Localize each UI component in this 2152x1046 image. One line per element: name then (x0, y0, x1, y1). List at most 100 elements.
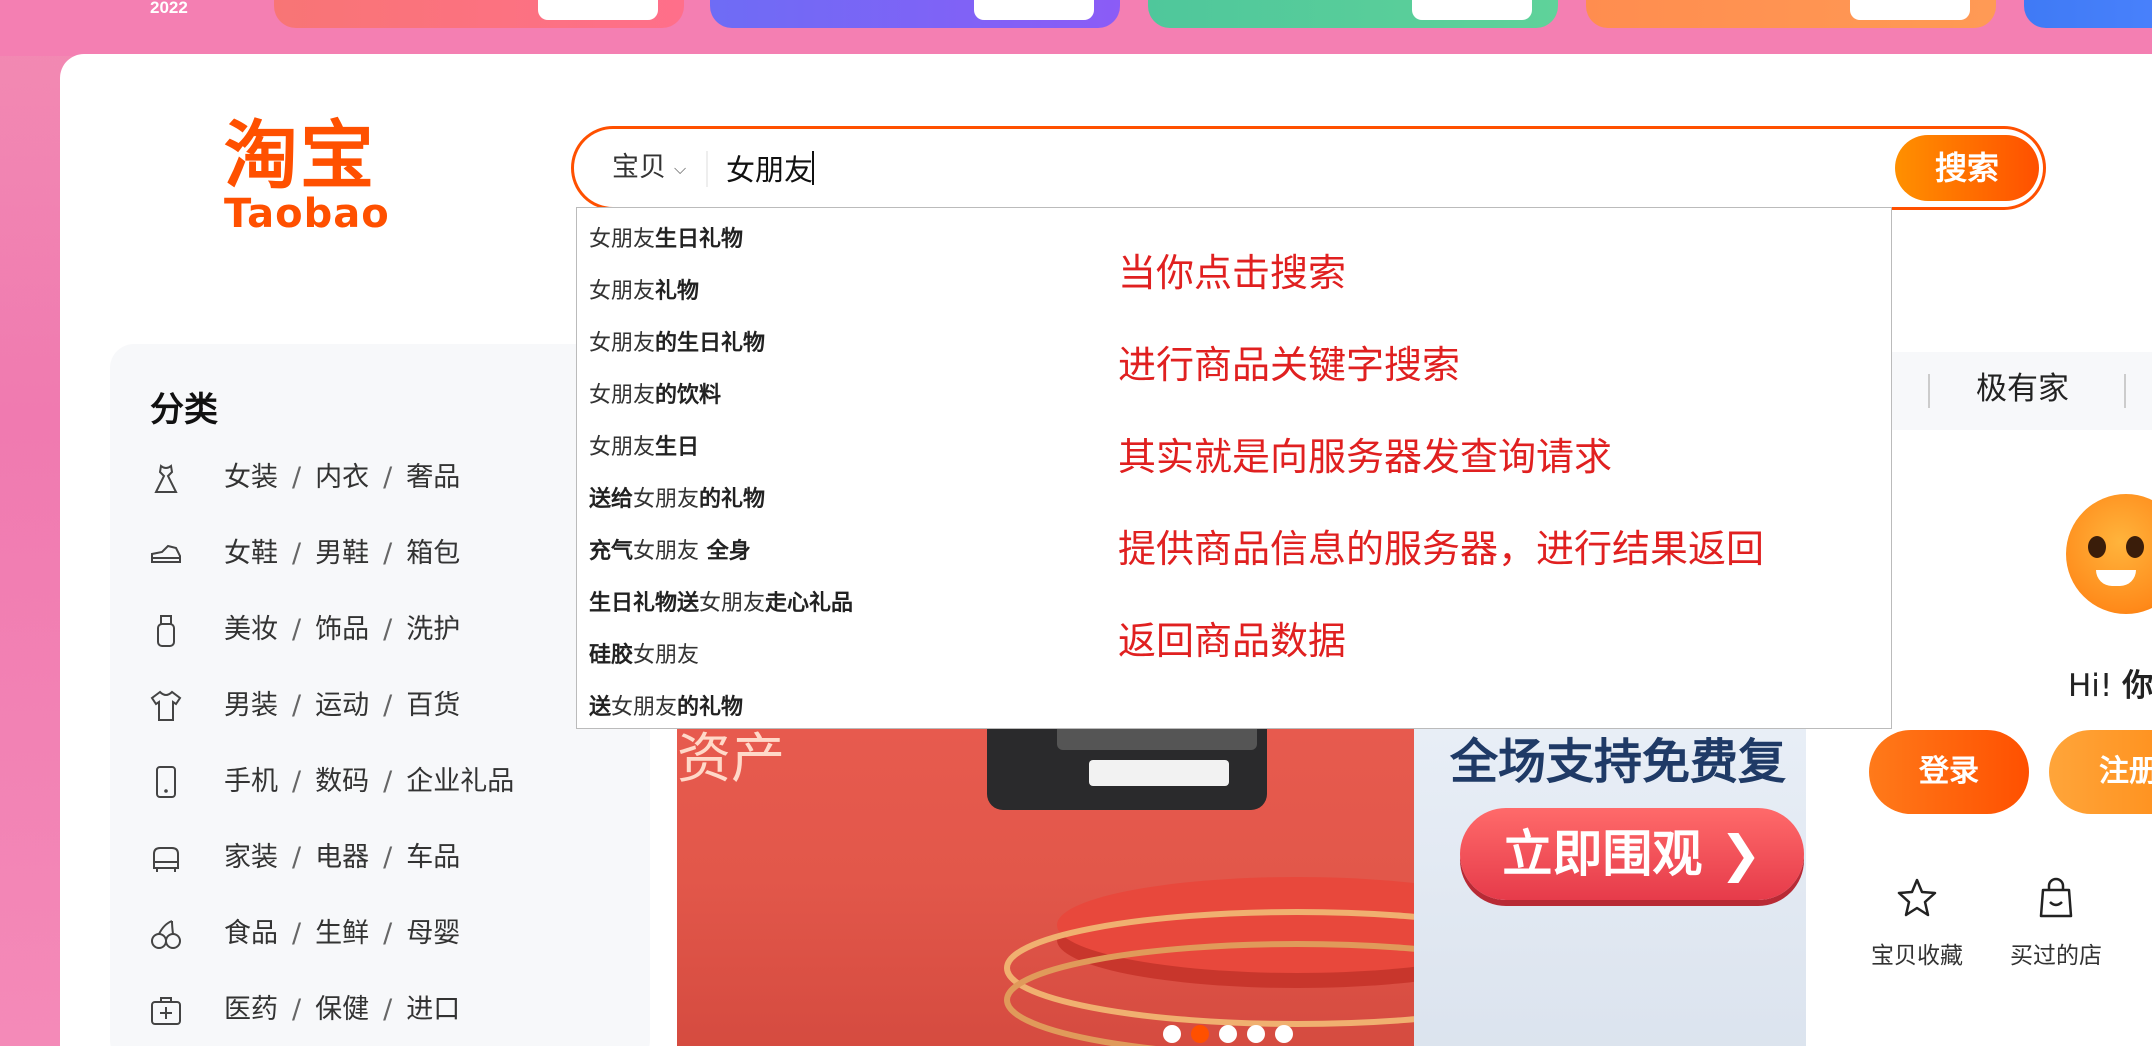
category-links: 手机 / 数码 / 企业礼品 (224, 762, 514, 802)
suggestion-item[interactable]: 女朋友的生日礼物 (589, 324, 765, 364)
suggestion-item[interactable]: 充气女朋友 全身 (589, 532, 751, 572)
suggestion-text: 的礼物 (699, 487, 766, 512)
suggestion-text: 生日礼物 (655, 227, 744, 252)
category-link[interactable]: 企业礼品 (406, 766, 514, 797)
category-link[interactable]: 运动 (315, 690, 369, 721)
taobao-logo[interactable]: 淘宝 Taobao (224, 118, 404, 236)
search-divider (706, 151, 708, 187)
suggestion-item[interactable]: 硅胶女朋友 (589, 636, 699, 676)
suggestion-text: 生日 (655, 435, 700, 460)
search-input[interactable] (726, 147, 1846, 189)
search-type-dropdown[interactable]: 宝贝 ⌵ (612, 149, 686, 187)
suggestion-item[interactable]: 生日礼物送女朋友走心礼品 (589, 584, 853, 624)
category-link[interactable]: 进口 (406, 994, 460, 1025)
category-links: 男装 / 运动 / 百货 (224, 686, 460, 726)
quick-link-bought-shops[interactable]: 买过的店 (1996, 876, 2116, 970)
nav-item-jiyoujia[interactable]: 极有家 (1976, 368, 2069, 410)
category-link[interactable]: 百货 (406, 690, 460, 721)
suggestion-item[interactable]: 送给女朋友的礼物 (589, 480, 765, 520)
category-link[interactable]: 数码 (315, 766, 369, 797)
category-separator: / (383, 918, 393, 949)
avatar-eye (2088, 536, 2106, 558)
category-separator: / (383, 690, 393, 721)
nav-strip: 极有家 (1892, 352, 2152, 430)
category-links: 食品 / 生鲜 / 母婴 (224, 914, 460, 954)
category-separator: / (292, 918, 302, 949)
promo-card[interactable] (2024, 0, 2152, 28)
category-panel: 分类 女装 / 内衣 / 奢品女鞋 / 男鞋 / 箱包美妆 / 饰品 / 洗护男装 / 运动 / 百货手机 / 数码… (110, 344, 650, 1046)
category-link[interactable]: 医药 (224, 994, 278, 1025)
annotation-text: 当你点击搜索 (1118, 251, 1347, 295)
carousel-dot[interactable] (1247, 1025, 1265, 1043)
category-separator: / (383, 994, 393, 1025)
annotation-text: 提供商品信息的服务器，进行结果返回 (1118, 527, 1765, 571)
category-link[interactable]: 生鲜 (315, 918, 369, 949)
suggestion-item[interactable]: 女朋友的饮料 (589, 376, 721, 416)
suggestion-text: 走心礼品 (765, 591, 854, 616)
category-link[interactable]: 保健 (315, 994, 369, 1025)
category-link[interactable]: 女装 (224, 462, 278, 493)
category-separator: / (292, 614, 302, 645)
search-button[interactable]: 搜索 (1895, 135, 2039, 201)
category-separator: / (383, 462, 393, 493)
category-separator: / (292, 766, 302, 797)
suggestion-item[interactable]: 女朋友生日 (589, 428, 699, 468)
banner-cta-button[interactable]: 立即围观 ❯ (1460, 808, 1804, 900)
suggestion-text: 女朋友 (633, 487, 700, 512)
category-link[interactable]: 车品 (406, 842, 460, 873)
category-link[interactable]: 内衣 (315, 462, 369, 493)
category-link[interactable]: 手机 (224, 766, 278, 797)
suggestion-text: 女朋友 (589, 383, 656, 408)
cosmetics-icon (157, 615, 175, 647)
promo-year: 2022 (150, 0, 188, 17)
category-link[interactable]: 食品 (224, 918, 278, 949)
login-button[interactable]: 登录 (1869, 730, 2029, 814)
category-link[interactable]: 男鞋 (315, 538, 369, 569)
suggestion-text: 充气 (589, 539, 634, 564)
banner-main[interactable]: 资产 (677, 700, 1415, 1046)
category-link[interactable]: 美妆 (224, 614, 278, 645)
greeting: Hi! 你 (2068, 660, 2152, 705)
category-link[interactable]: 奢品 (406, 462, 460, 493)
suggestion-text: 女朋友 (633, 643, 700, 668)
category-link[interactable]: 洗护 (406, 614, 460, 645)
star-icon (1897, 878, 1937, 917)
nav-separator (2124, 374, 2126, 408)
category-link[interactable]: 电器 (315, 842, 369, 873)
carousel-dot[interactable] (1219, 1025, 1237, 1043)
carousel-dot[interactable] (1163, 1025, 1181, 1043)
suggestion-item[interactable]: 送女朋友的礼物 (589, 688, 743, 728)
register-button[interactable]: 注册 (2049, 730, 2152, 814)
suggestion-text: 的礼物 (677, 695, 744, 720)
carousel-dot[interactable] (1275, 1025, 1293, 1043)
category-link[interactable]: 母婴 (406, 918, 460, 949)
suggestion-item[interactable]: 女朋友礼物 (589, 272, 699, 312)
banner-secondary[interactable]: 全场支持免费复 立即围观 ❯ (1414, 700, 1806, 1046)
promo-card[interactable] (1148, 0, 1558, 28)
chevron-down-icon: ⌵ (674, 158, 687, 178)
phone-icon (156, 766, 176, 798)
avatar-mouth (2096, 570, 2136, 586)
greeting-prefix: Hi! (2068, 668, 2123, 704)
suggestion-text: 女朋友 (589, 435, 656, 460)
category-link[interactable]: 家装 (224, 842, 278, 873)
category-separator: / (292, 462, 302, 493)
quick-link-label: 宝贝收藏 (1871, 943, 1963, 969)
category-link[interactable]: 饰品 (315, 614, 369, 645)
suggestion-text: 礼物 (655, 279, 700, 304)
category-separator: / (383, 538, 393, 569)
medkit-icon (151, 997, 181, 1025)
promo-card[interactable] (1586, 0, 1996, 28)
category-title: 分类 (150, 390, 218, 430)
suggestion-item[interactable]: 女朋友生日礼物 (589, 220, 743, 260)
category-link[interactable]: 男装 (224, 690, 278, 721)
promo-card[interactable] (710, 0, 1120, 28)
promo-card[interactable] (274, 0, 684, 28)
promo-strip: 2022 (0, 0, 2152, 56)
quick-link-favorites[interactable]: 宝贝收藏 (1857, 876, 1977, 970)
search-suggestions: 女朋友生日礼物 女朋友礼物 女朋友的生日礼物 女朋友的饮料 女朋友生日 送给女朋友的礼物充… (576, 207, 1892, 729)
carousel-dot[interactable] (1191, 1025, 1209, 1043)
category-link[interactable]: 箱包 (406, 538, 460, 569)
nav-separator (1928, 374, 1930, 408)
category-link[interactable]: 女鞋 (224, 538, 278, 569)
